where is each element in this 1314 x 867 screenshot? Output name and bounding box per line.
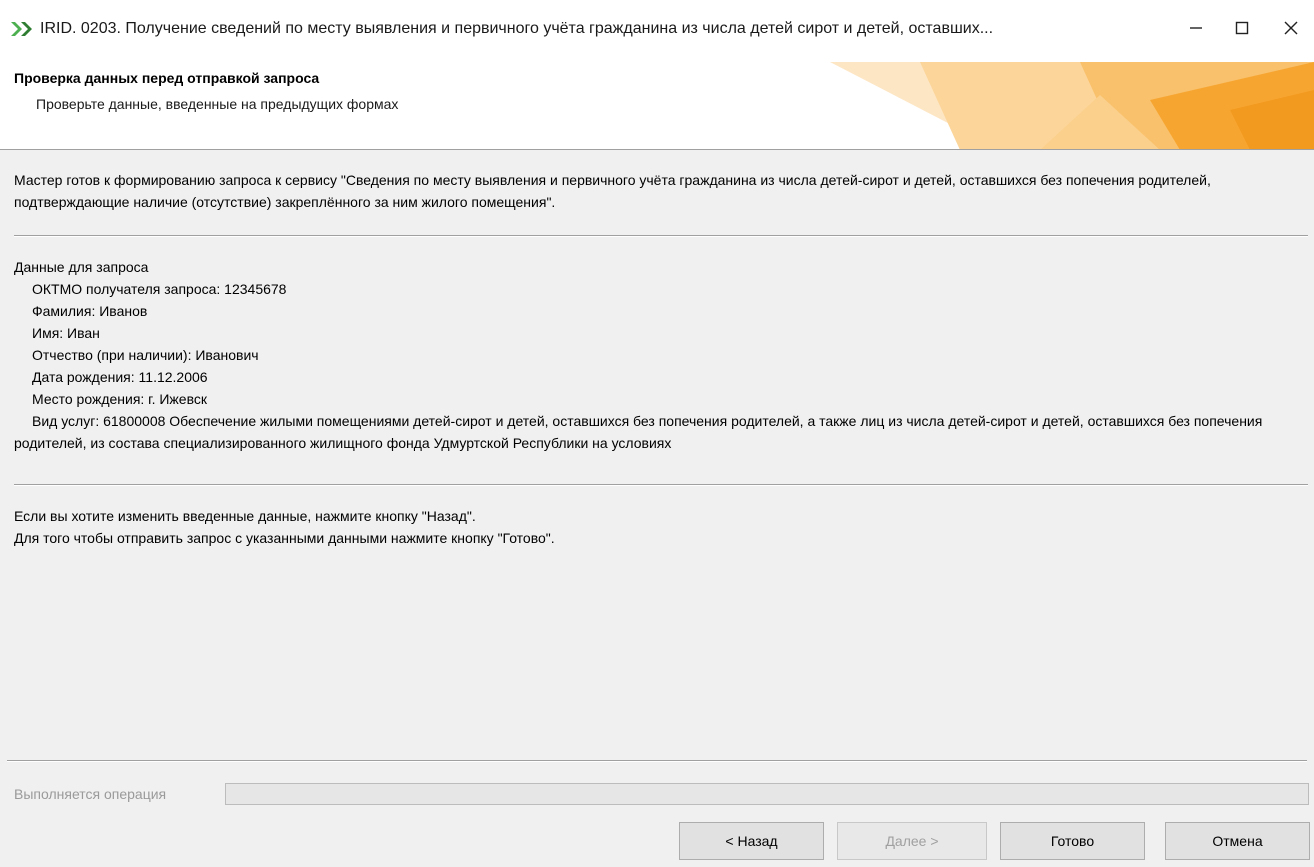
done-button[interactable]: Готово xyxy=(1000,822,1145,860)
window-title: IRID. 0203. Получение сведений по месту … xyxy=(40,20,994,37)
wizard-content: Мастер готов к формированию запроса к се… xyxy=(0,150,1314,760)
divider xyxy=(14,484,1308,486)
wizard-header: Проверка данных перед отправкой запроса … xyxy=(0,62,1314,150)
divider xyxy=(14,235,1308,237)
operation-progress-bar xyxy=(225,783,1309,805)
close-icon xyxy=(1284,21,1298,35)
field-birth-date: Дата рождения: 11.12.2006 xyxy=(32,369,208,385)
intro-text: Мастер готов к формированию запроса к се… xyxy=(14,172,1211,210)
outro-line: Для того чтобы отправить запрос с указан… xyxy=(14,530,555,546)
back-button[interactable]: < Назад xyxy=(679,822,824,860)
operation-label: Выполняется операция xyxy=(14,786,167,802)
footer-divider xyxy=(7,760,1307,762)
field-birth-place: Место рождения: г. Ижевск xyxy=(32,391,207,407)
data-heading: Данные для запроса xyxy=(14,259,149,275)
minimize-icon xyxy=(1190,27,1202,29)
title-bar: IRID. 0203. Получение сведений по месту … xyxy=(0,0,1314,62)
next-button[interactable]: Далее > xyxy=(837,822,987,860)
maximize-icon xyxy=(1235,21,1249,35)
header-title: Проверка данных перед отправкой запроса xyxy=(14,70,320,86)
field-service: Вид услуг: 61800008 Обеспечение жилыми п… xyxy=(14,413,1263,451)
field-surname: Фамилия: Иванов xyxy=(32,303,148,319)
field-name: Имя: Иван xyxy=(32,325,100,341)
maximize-button[interactable] xyxy=(1219,8,1265,48)
outro-line: Если вы хотите изменить введенные данные… xyxy=(14,508,476,524)
header-subtitle: Проверьте данные, введенные на предыдущи… xyxy=(36,96,399,112)
field-patronymic: Отчество (при наличии): Иванович xyxy=(32,347,259,363)
request-data: Данные для запроса ОКТМО получателя запр… xyxy=(14,256,1310,454)
cancel-button[interactable]: Отмена xyxy=(1165,822,1310,860)
double-chevron-icon xyxy=(11,22,32,36)
outro-text: Если вы хотите изменить введенные данные… xyxy=(14,505,1304,549)
field-oktmo: ОКТМО получателя запроса: 12345678 xyxy=(32,281,287,297)
close-button[interactable] xyxy=(1268,8,1314,48)
minimize-button[interactable] xyxy=(1173,8,1219,48)
